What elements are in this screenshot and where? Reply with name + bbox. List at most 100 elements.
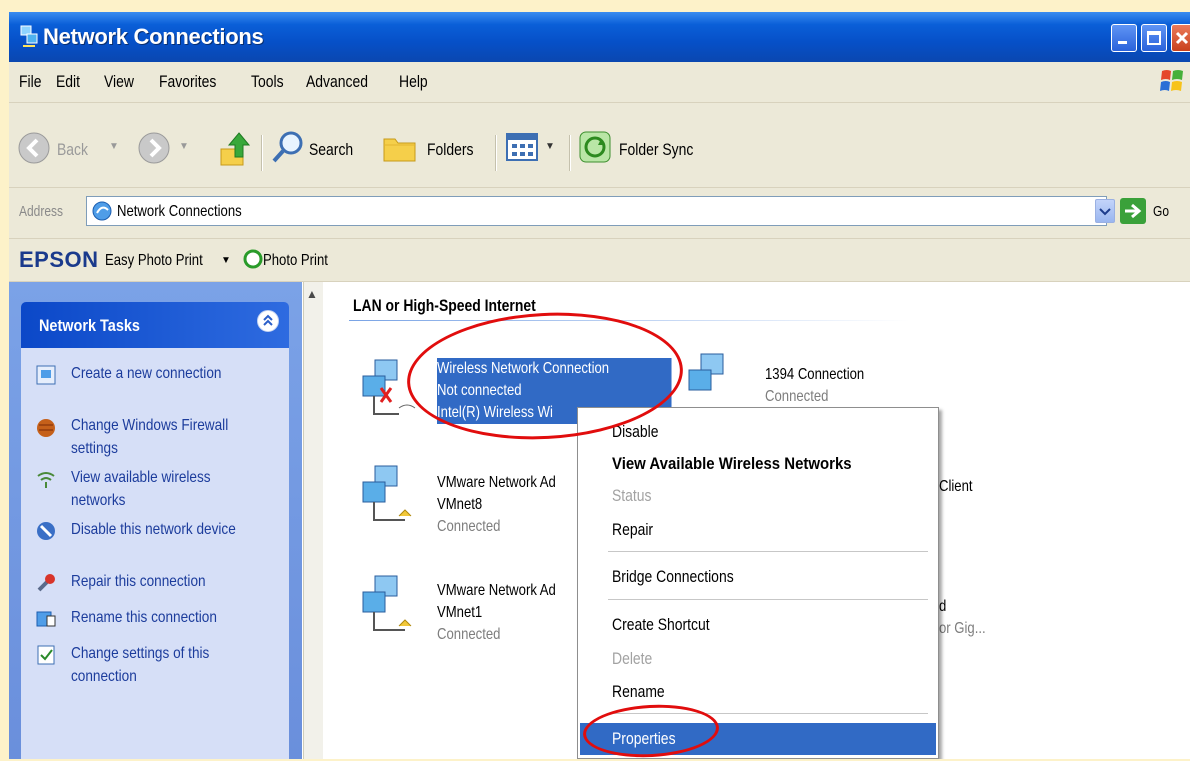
menu-bar: File Edit View Favorites Tools Advanced …: [9, 62, 1190, 103]
menu-help[interactable]: Help: [399, 72, 428, 92]
network-computers-icon: [362, 575, 412, 631]
connection-name: VMware Network Ad: [437, 474, 556, 491]
wireless-icon: [37, 472, 55, 488]
menu-file[interactable]: File: [19, 72, 41, 92]
address-value: Network Connections: [117, 203, 242, 220]
views-icon: [506, 133, 538, 161]
menu-tools[interactable]: Tools: [251, 72, 284, 92]
minimize-button[interactable]: [1111, 24, 1137, 52]
go-arrow-icon: [1125, 203, 1142, 219]
connection-partial-gigabit[interactable]: d or Gig...: [939, 596, 996, 640]
forward-button[interactable]: ▼: [137, 129, 193, 169]
menu-edit[interactable]: Edit: [56, 72, 80, 92]
network-tasks-list: Create a new connection Change Windows F…: [21, 348, 289, 759]
context-rename[interactable]: Rename: [580, 676, 936, 708]
address-field[interactable]: Network Connections: [86, 196, 1107, 226]
folder-sync-icon: [579, 131, 611, 163]
menu-favorites[interactable]: Favorites: [159, 72, 216, 92]
task-label: Rename this connection: [71, 609, 217, 626]
address-label: Address: [19, 203, 64, 220]
connection-device: or Gig...: [939, 620, 986, 637]
menu-item-label: Status: [612, 486, 652, 505]
scroll-strip[interactable]: ▲: [303, 282, 324, 759]
task-create-new-connection[interactable]: Create a new connection: [35, 362, 285, 412]
context-create-shortcut[interactable]: Create Shortcut: [580, 609, 936, 641]
folders-icon: [383, 138, 416, 162]
task-view-wireless-networks[interactable]: View available wireless networks: [35, 466, 285, 516]
go-label[interactable]: Go: [1153, 203, 1169, 220]
context-repair[interactable]: Repair: [580, 514, 936, 546]
folders-label: Folders: [427, 140, 474, 159]
connection-1394[interactable]: 1394 Connection Connected: [765, 364, 886, 408]
disable-device-icon: [37, 522, 55, 540]
new-connection-icon: [36, 365, 56, 385]
menu-item-label: Rename: [612, 682, 665, 701]
epson-toolbar: EPSON Easy Photo Print ▼ Photo Print: [9, 239, 1190, 282]
context-status: Status: [580, 480, 936, 512]
task-change-firewall[interactable]: Change Windows Firewall settings: [35, 414, 285, 464]
windows-logo-icon: [1159, 66, 1185, 101]
menu-item-label: Create Shortcut: [612, 615, 710, 634]
connection-name: d: [939, 598, 947, 615]
vmnet8-icon-wrap[interactable]: [359, 464, 425, 543]
back-dropdown-icon: ▼: [109, 141, 119, 152]
context-bridge-connections[interactable]: Bridge Connections: [580, 561, 936, 593]
connection-subname: VMnet8: [437, 496, 483, 513]
task-repair-connection[interactable]: Repair this connection: [35, 570, 285, 600]
up-folder-button[interactable]: [217, 127, 253, 169]
connection-status: Connected: [437, 518, 501, 535]
connection-name: VMware Network Ad: [437, 582, 556, 599]
easy-photo-print-dropdown-icon[interactable]: ▼: [221, 255, 231, 266]
network-tasks-box: Network Tasks Create a new connection Ch…: [21, 302, 289, 759]
menu-item-label: Delete: [612, 649, 653, 668]
connection-status: Connected: [437, 626, 501, 643]
connection-status: Connected: [765, 388, 829, 405]
photo-print-button[interactable]: Photo Print: [263, 252, 328, 270]
menu-item-label: Repair: [612, 520, 654, 539]
connection-name: Client: [939, 478, 973, 495]
task-change-settings[interactable]: Change settings of this connection: [35, 642, 285, 692]
epson-logo: EPSON: [19, 247, 99, 272]
standard-toolbar: Back ▼ ▼ Search Folders ▼ Folder Sync: [9, 103, 1190, 188]
views-button[interactable]: ▼: [505, 127, 565, 169]
task-label: Change Windows Firewall settings: [71, 417, 229, 457]
menu-item-label: View Available Wireless Networks: [612, 454, 852, 473]
menu-separator: [608, 551, 928, 552]
context-view-wireless-networks[interactable]: View Available Wireless Networks: [580, 448, 936, 480]
back-button[interactable]: Back ▼: [17, 129, 127, 169]
menu-advanced[interactable]: Advanced: [306, 72, 368, 92]
collapse-icon[interactable]: [257, 310, 279, 332]
address-bar: Address Network Connections Go: [9, 188, 1190, 239]
task-pane: Network Tasks Create a new connection Ch…: [9, 282, 302, 759]
connection-vmnet8[interactable]: VMware Network Ad VMnet8 Connected: [437, 472, 582, 538]
firewall-icon: [37, 419, 55, 437]
close-button[interactable]: [1171, 24, 1190, 52]
network-connections-icon: [19, 24, 39, 53]
title-bar[interactable]: Network Connections: [9, 12, 1190, 62]
task-label: Create a new connection: [71, 365, 222, 382]
go-button[interactable]: [1120, 198, 1146, 224]
search-icon: [272, 131, 303, 163]
connection-vmnet1[interactable]: VMware Network Ad VMnet1 Connected: [437, 580, 582, 646]
photo-print-icon: [243, 249, 263, 269]
connection-partial-client[interactable]: Client: [939, 476, 980, 498]
folder-sync-button[interactable]: Folder Sync: [577, 127, 717, 169]
forward-dropdown-icon: ▼: [179, 141, 189, 152]
connection-name: 1394 Connection: [765, 366, 865, 383]
context-disable[interactable]: Disable: [580, 416, 936, 448]
address-dropdown-button[interactable]: [1095, 199, 1115, 223]
folders-button[interactable]: Folders: [381, 127, 491, 169]
easy-photo-print-menu[interactable]: Easy Photo Print: [105, 252, 203, 270]
task-rename-connection[interactable]: Rename this connection: [35, 606, 285, 636]
back-label: Back: [57, 140, 88, 159]
network-connections-icon: [92, 201, 112, 221]
scroll-up-icon[interactable]: ▲: [306, 287, 318, 301]
vmnet1-icon-wrap[interactable]: [359, 574, 425, 653]
maximize-button[interactable]: [1141, 24, 1167, 52]
search-button[interactable]: Search: [271, 127, 371, 169]
menu-item-label: Bridge Connections: [612, 567, 734, 586]
menu-view[interactable]: View: [104, 72, 134, 92]
network-tasks-header[interactable]: Network Tasks: [21, 302, 289, 348]
task-disable-device[interactable]: Disable this network device: [35, 518, 285, 568]
group-divider: [349, 320, 909, 321]
